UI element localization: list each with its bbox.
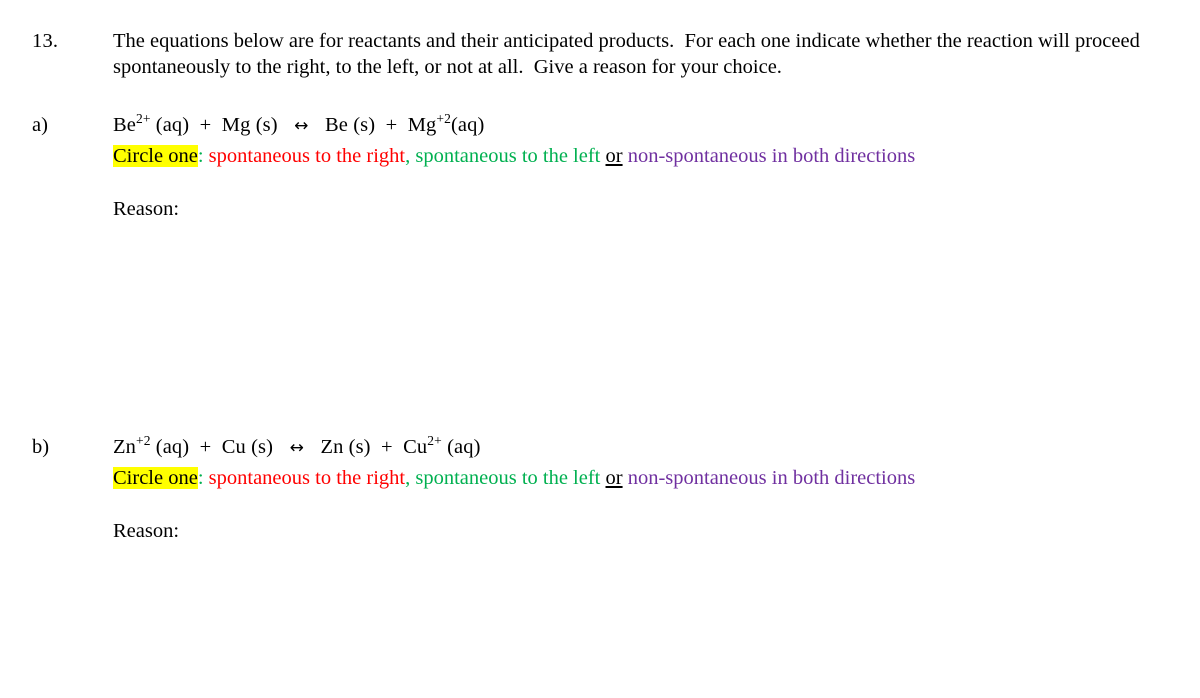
reactant-1-state: (aq) [150, 114, 190, 136]
product-2-charge: 2+ [427, 433, 442, 449]
part-a-content: Be2+ (aq) + Mg (s) ↔ Be (s) + Mg+2(aq) C… [113, 112, 1173, 222]
choice-conjunction-or: or [605, 467, 623, 489]
reactant-2-state: (s) [245, 436, 274, 458]
reactant-1-symbol: Zn [113, 436, 136, 458]
choice-colon: : [197, 467, 204, 489]
product-1-symbol: Zn [320, 436, 344, 458]
product-2-symbol: Cu [403, 436, 428, 458]
reactant-1-symbol: Be [113, 114, 136, 136]
choice-colon: : [197, 145, 204, 167]
equilibrium-arrow-icon: ↔ [289, 438, 304, 458]
plus-sign-2: + [370, 436, 404, 458]
part-a-equation: Be2+ (aq) + Mg (s) ↔ Be (s) + Mg+2(aq) [113, 112, 1173, 139]
circle-one-instruction: Circle one [113, 467, 198, 489]
choice-separator-comma: , [405, 467, 411, 489]
choice-conjunction-or: or [605, 145, 623, 167]
reactant-2-state: (s) [250, 114, 278, 136]
part-a-label: a) [32, 114, 48, 136]
product-1-state: (s) [343, 436, 371, 458]
product-2-symbol: Mg [407, 114, 437, 136]
part-a-choice-line: Circle one: spontaneous to the right, sp… [113, 143, 1173, 169]
circle-one-instruction: Circle one [113, 145, 198, 167]
choice-option-spontaneous-right[interactable]: spontaneous to the right [209, 145, 405, 167]
question-number: 13. [32, 30, 59, 52]
choice-option-spontaneous-right[interactable]: spontaneous to the right [209, 467, 405, 489]
reactant-2-symbol: Cu [221, 436, 246, 458]
choice-option-spontaneous-left[interactable]: spontaneous to the left [415, 467, 600, 489]
equilibrium-arrow-icon: ↔ [294, 116, 309, 136]
reactant-2-symbol: Mg [221, 114, 251, 136]
product-1-symbol: Be [325, 114, 348, 136]
choice-separator-comma: , [405, 145, 411, 167]
product-1-state: (s) [348, 114, 376, 136]
plus-sign-1: + [189, 436, 222, 458]
part-b-choice-line: Circle one: spontaneous to the right, sp… [113, 465, 1173, 491]
choice-option-non-spontaneous[interactable]: non-spontaneous in both directions [628, 467, 916, 489]
choice-option-spontaneous-left[interactable]: spontaneous to the left [415, 145, 600, 167]
part-b-label: b) [32, 436, 50, 458]
part-a-reason-label: Reason: [113, 198, 180, 220]
part-b-reason-label: Reason: [113, 520, 180, 542]
reactant-1-state: (aq) [150, 436, 190, 458]
product-2-charge: +2 [436, 111, 451, 127]
worksheet-page: 13. The equations below are for reactant… [0, 0, 1200, 698]
part-b-equation: Zn+2 (aq) + Cu (s) ↔ Zn (s) + Cu2+ (aq) [113, 434, 1173, 461]
product-2-state: (aq) [451, 114, 485, 136]
plus-sign-2: + [375, 114, 408, 136]
reactant-1-charge: +2 [135, 433, 151, 449]
part-b-content: Zn+2 (aq) + Cu (s) ↔ Zn (s) + Cu2+ (aq) … [113, 434, 1173, 544]
choice-option-non-spontaneous[interactable]: non-spontaneous in both directions [628, 145, 916, 167]
question-prompt: The equations below are for reactants an… [113, 30, 1145, 78]
product-2-state: (aq) [441, 436, 481, 458]
reactant-1-charge: 2+ [135, 111, 151, 127]
plus-sign-1: + [189, 114, 222, 136]
